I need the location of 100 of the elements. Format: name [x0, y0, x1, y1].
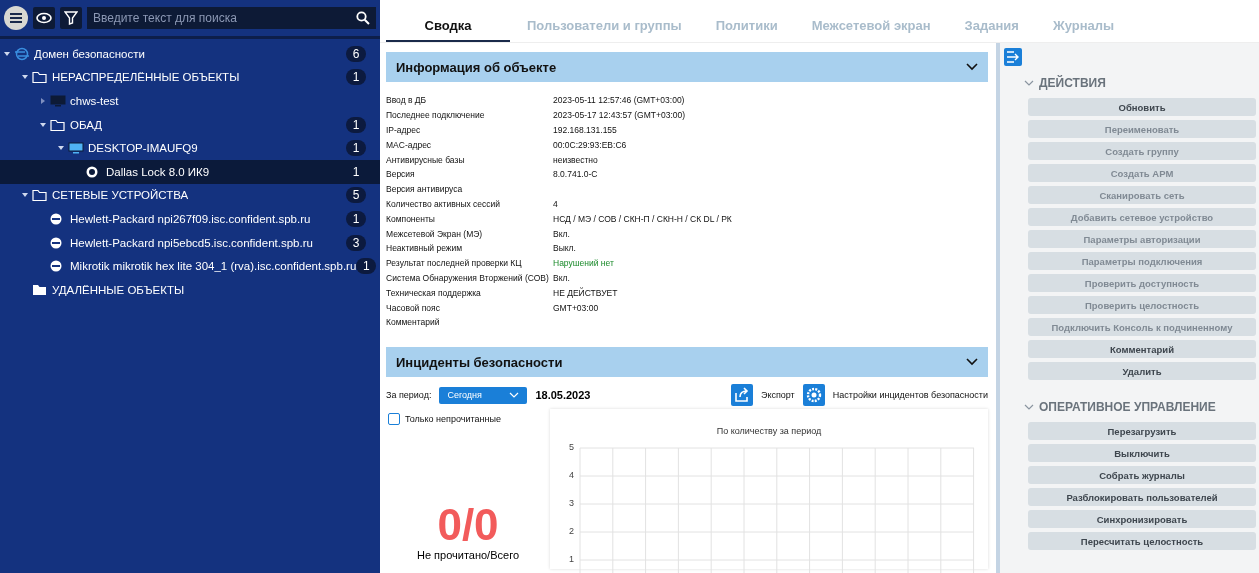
field-value: Вкл. [553, 272, 570, 283]
action-button[interactable]: Обновить [1028, 98, 1256, 116]
count-label: 1 [346, 140, 366, 157]
field-label: Версия антивируса [386, 184, 464, 195]
folder-icon [32, 283, 47, 296]
field-label: Межсетевой Экран (МЭ) [386, 228, 484, 239]
field-label: IP-адрес [386, 125, 422, 135]
tree-item[interactable]: СЕТЕВЫЕ УСТРОЙСТВА 5 [0, 183, 380, 208]
y-axis-label: 2 [569, 526, 574, 537]
y-axis-label: 3 [569, 498, 574, 509]
field-value: 2023-05-17 12:43:57 (GMT+03:00) [553, 110, 686, 121]
field-label: Ввод в ДБ [386, 95, 428, 106]
chevron-down-icon[interactable] [966, 358, 978, 366]
field-value: 192.168.131.155 [553, 125, 617, 135]
field-value: Выкл. [553, 243, 576, 254]
period-dropdown[interactable]: Сегодня [439, 386, 528, 404]
field-label: Комментарий [386, 317, 441, 328]
period-label: За период: [386, 390, 432, 400]
date-text: 18.05.2023 [535, 389, 591, 401]
section-title: Инциденты безопасности [396, 354, 563, 370]
field-label: Антивирусные базы [386, 154, 466, 165]
settings-icon[interactable] [802, 384, 825, 406]
checkbox[interactable] [388, 413, 400, 425]
tree-item[interactable]: DESKTOP-IMAUFQ9 1 [0, 136, 380, 160]
count-label: 6 [346, 45, 366, 62]
expand-arrow-icon[interactable] [22, 74, 28, 81]
tree-item[interactable]: Домен безопасности 6 [0, 42, 380, 66]
field-label: Компоненты [386, 213, 436, 224]
chevron-icon[interactable] [1024, 403, 1034, 411]
tree-item-label: УДАЛЁННЫЕ ОБЪЕКТЫ [52, 283, 186, 296]
section-header[interactable]: Информация об объекте [386, 52, 988, 82]
field-label: Результат последней проверки КЦ [386, 258, 523, 269]
export-label[interactable]: Экспорт [760, 390, 795, 400]
action-button[interactable]: Выключить [1028, 444, 1256, 462]
folder-icon [32, 189, 47, 202]
tree-item[interactable]: НЕРАСПРЕДЕЛЁННЫЕ ОБЪЕКТЫ 1 [0, 65, 380, 90]
action-button[interactable]: Комментарий [1028, 340, 1256, 358]
count-label: 1 [346, 210, 366, 227]
field-value: НЕ ДЕЙСТВУЕТ [553, 287, 618, 298]
action-button[interactable]: Собрать журналы [1028, 466, 1256, 484]
field-label: Последнее подключение [386, 110, 486, 121]
expand-arrow-icon[interactable] [22, 192, 28, 199]
expand-arrow-icon[interactable] [4, 50, 10, 57]
field-value: Вкл. [553, 228, 570, 239]
chart-title: По количеству за период [715, 426, 823, 436]
field-label: Версия [386, 169, 416, 180]
filter-icon[interactable] [60, 7, 82, 29]
folder-icon [50, 118, 65, 131]
incident-counter: 0/0 [436, 503, 500, 547]
section-header[interactable]: Инциденты безопасности [386, 347, 988, 377]
chevron-icon[interactable] [1024, 79, 1034, 87]
checkbox-label: Только непрочитанные [405, 414, 501, 424]
y-axis-label: 4 [569, 470, 574, 481]
chevron-down-icon[interactable] [966, 63, 978, 71]
count-label: 3 [346, 234, 366, 251]
field-value: неизвестно [553, 154, 598, 165]
tree-item-label: Домен безопасности [34, 47, 146, 60]
tree-item-label: ОБАД [70, 118, 104, 131]
action-button[interactable]: Удалить [1028, 362, 1256, 380]
folder-icon [32, 71, 47, 84]
field-label: Система Обнаружения Вторжений (СОВ) [386, 272, 550, 283]
tree-item[interactable]: Mikrotik mikrotik hex lite 304_1 (rva).isc.confident.spb.ru 1 [0, 254, 380, 278]
group-title[interactable]: ОПЕРАТИВНОЕ УПРАВЛЕНИЕ [1039, 400, 1216, 414]
expand-arrow-icon[interactable] [58, 145, 64, 152]
tree-item-label: Hewlett-Packard npi5ebcd5.isc.confident.spb.ru [70, 236, 314, 249]
collapse-panel-icon[interactable] [1004, 48, 1022, 66]
tab[interactable]: Сводка [386, 18, 510, 42]
group-title[interactable]: ДЕЙСТВИЯ [1039, 76, 1106, 90]
y-axis-label: 5 [569, 442, 574, 453]
expand-arrow-icon[interactable] [40, 98, 46, 104]
tree-item[interactable]: chws-test [0, 89, 380, 113]
field-value: GMT+03:00 [553, 302, 599, 313]
tree-item-label: chws-test [70, 95, 120, 107]
menu-icon[interactable] [4, 6, 28, 30]
ring-icon [86, 165, 98, 178]
count-label: 5 [346, 187, 366, 204]
search-field[interactable]: Введите текст для поиска [87, 7, 376, 29]
tree-item-label: Dallas Lock 8.0 ИК9 [106, 165, 211, 178]
field-value: 00:0C:29:93:EB:C6 [553, 139, 627, 150]
tree-item[interactable]: Dallas Lock 8.0 ИК9 1 [0, 159, 380, 184]
field-value: 2023-05-11 12:57:46 (GMT+03:00) [553, 95, 685, 106]
field-value: Нарушений нет [553, 258, 614, 269]
action-button[interactable]: Синхронизировать [1028, 510, 1256, 528]
action-button[interactable]: Пересчитать целостность [1028, 532, 1256, 550]
tree-item[interactable]: УДАЛЁННЫЕ ОБЪЕКТЫ [0, 277, 380, 302]
export-icon[interactable] [730, 384, 753, 406]
domain-icon [14, 46, 30, 61]
expand-arrow-icon[interactable] [40, 121, 46, 128]
count-label: 1 [356, 258, 377, 275]
action-button[interactable]: Разблокировать пользователей [1028, 488, 1256, 506]
eye-icon[interactable] [33, 7, 55, 29]
action-button[interactable]: Перезагрузить [1028, 422, 1256, 440]
field-value: НСД / МЭ / СОВ / СКН-П / СКН-Н / СК DL / РК [553, 213, 732, 224]
tree-item[interactable]: Hewlett-Packard npi5ebcd5.isc.confident.spb.ru 3 [0, 230, 380, 255]
settings-label[interactable]: Настройки инцидентов безопасности [832, 390, 988, 400]
tree-item-label: Mikrotik mikrotik hex lite 304_1 (rva).isc.confident.spb.ru [70, 260, 357, 273]
tree-item[interactable]: ОБАД 1 [0, 112, 380, 137]
tree-item[interactable]: Hewlett-Packard npi267f09.isc.confident.spb.ru 1 [0, 207, 380, 231]
count-label: 1 [346, 116, 366, 133]
field-label: Неактивный режим [386, 243, 464, 254]
